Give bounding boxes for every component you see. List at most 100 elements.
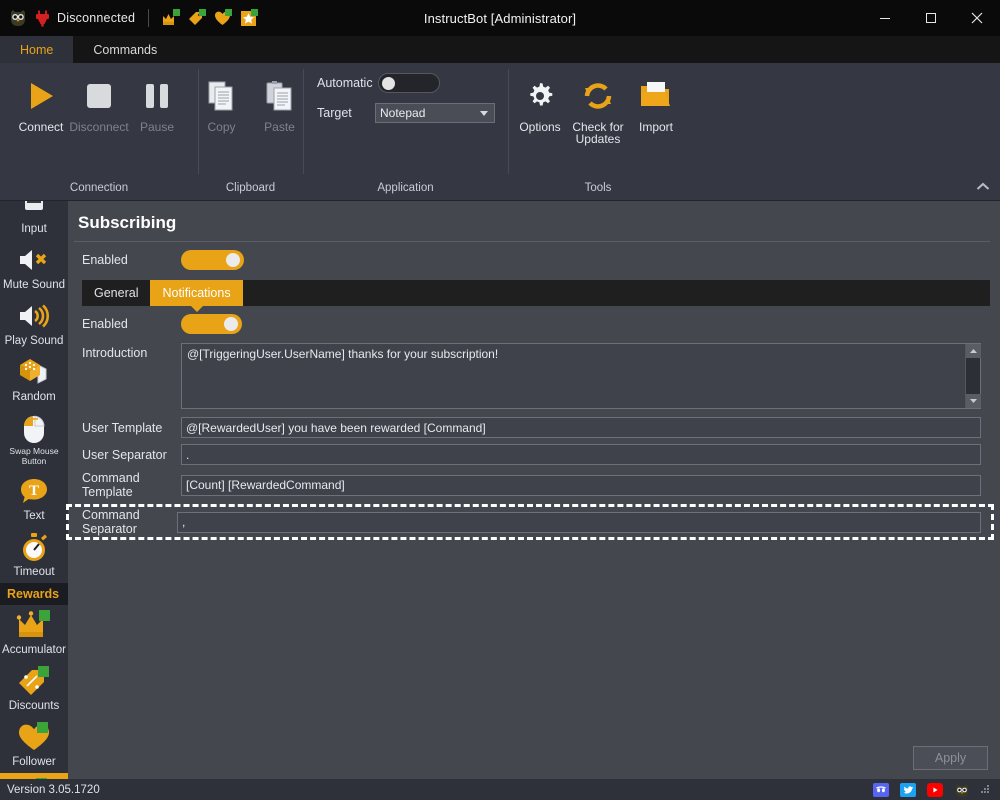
status-bar: Version 3.05.1720: [0, 779, 1000, 800]
connect-button[interactable]: Connect: [12, 69, 70, 134]
tab-general[interactable]: General: [82, 280, 150, 306]
user-template-label: User Template: [82, 420, 163, 435]
stopwatch-icon: [19, 530, 49, 564]
automatic-toggle[interactable]: [378, 73, 440, 93]
apply-button[interactable]: Apply: [913, 746, 988, 770]
status-badge: [37, 722, 48, 733]
pause-icon: [139, 75, 175, 117]
command-template-row: Command Template [Count] [RewardedComman…: [74, 471, 990, 499]
subscriber-quick-icon[interactable]: [240, 8, 259, 27]
content-area: Subscribing Enabled General Notification…: [66, 201, 1000, 779]
paste-button[interactable]: Paste: [251, 69, 309, 134]
status-badge: [251, 8, 259, 16]
user-template-row: User Template @[RewardedUser] you have b…: [74, 417, 990, 438]
sidebar-label-follower: Follower: [12, 756, 56, 768]
copy-label: Copy: [207, 120, 236, 134]
copy-button[interactable]: Copy: [193, 69, 251, 134]
sidebar-item-swap-mouse-button[interactable]: Swap Mouse Button: [0, 408, 68, 471]
disconnect-button[interactable]: Disconnect: [69, 69, 129, 134]
notifications-enabled-row: Enabled: [74, 314, 990, 334]
paste-icon: [263, 75, 297, 117]
introduction-textarea[interactable]: @[TriggeringUser.UserName] thanks for yo…: [181, 343, 981, 409]
import-label: Import: [638, 120, 673, 134]
sidebar-label-input: Input: [21, 223, 47, 235]
ribbon-tab-home[interactable]: Home: [0, 36, 74, 63]
copy-icon: [205, 75, 239, 117]
check-for-updates-button[interactable]: Check for Updates: [569, 69, 627, 145]
command-separator-input[interactable]: ,: [177, 511, 981, 533]
owl-logo-icon: [8, 9, 28, 27]
options-button[interactable]: Options: [511, 69, 569, 134]
twitter-icon[interactable]: [900, 782, 916, 797]
sidebar-item-random[interactable]: Random: [0, 352, 68, 408]
scroll-down-icon[interactable]: [965, 394, 981, 408]
svg-text:T: T: [29, 483, 39, 499]
target-label: Target: [317, 106, 352, 120]
selection-indicator: [0, 773, 3, 779]
import-button[interactable]: Import: [627, 69, 685, 134]
sidebar-item-follower[interactable]: Follower: [0, 717, 68, 773]
introduction-row: Introduction @[TriggeringUser.UserName] …: [74, 343, 990, 409]
sidebar-item-subscriber[interactable]: Subscriber: [0, 773, 68, 779]
crown-icon: [16, 608, 52, 642]
dice-icon: [18, 355, 50, 389]
close-button[interactable]: [954, 0, 1000, 36]
owl-logo-icon[interactable]: [954, 783, 970, 797]
status-badge: [38, 666, 49, 677]
discord-icon[interactable]: [873, 782, 889, 797]
window-controls: [862, 0, 1000, 36]
enabled-label: Enabled: [82, 253, 128, 267]
stop-icon: [81, 75, 117, 117]
gear-icon: [524, 75, 556, 117]
introduction-label: Introduction: [82, 346, 148, 360]
accumulator-quick-icon[interactable]: [162, 8, 181, 27]
follower-quick-icon[interactable]: [214, 8, 233, 27]
ribbon-group-application: Automatic Target Notepad Application: [303, 63, 508, 200]
command-template-input[interactable]: [Count] [RewardedCommand]: [181, 474, 981, 496]
sidebar-label-random: Random: [12, 391, 56, 403]
sidebar-item-discounts[interactable]: Discounts: [0, 661, 68, 717]
ribbon-group-label-connection: Connection: [69, 182, 129, 194]
user-separator-input[interactable]: .: [181, 444, 981, 465]
ribbon-tab-commands[interactable]: Commands: [73, 36, 177, 63]
toggle-knob: [382, 76, 395, 90]
text-bubble-icon: T: [19, 474, 49, 508]
notifications-enabled-toggle[interactable]: [181, 314, 242, 334]
enabled-toggle[interactable]: [181, 250, 244, 270]
sidebar-item-mute-sound[interactable]: Mute Sound: [0, 240, 68, 296]
paste-label: Paste: [264, 120, 295, 134]
sidebar-section-rewards: Rewards: [0, 583, 68, 605]
introduction-scrollbar[interactable]: [965, 344, 981, 408]
automatic-row: Automatic: [317, 73, 495, 93]
page-title: Subscribing: [74, 211, 990, 242]
tab-notifications[interactable]: Notifications: [150, 280, 243, 312]
connect-label: Connect: [18, 120, 64, 134]
scroll-up-icon[interactable]: [965, 344, 981, 358]
target-select[interactable]: Notepad: [375, 103, 495, 123]
sidebar-item-input[interactable]: Input: [0, 201, 68, 240]
ribbon-tab-strip: Home Commands: [0, 36, 1000, 63]
chevron-up-icon[interactable]: [976, 179, 990, 194]
sidebar-label-mute-sound: Mute Sound: [2, 279, 65, 291]
user-separator-label: User Separator: [82, 447, 167, 462]
ribbon-group-tools: Options Check for Updates Import Tools: [508, 63, 688, 200]
resize-grip-icon[interactable]: [981, 785, 990, 794]
sidebar-item-accumulator[interactable]: Accumulator: [0, 605, 68, 661]
sidebar-item-play-sound[interactable]: Play Sound: [0, 296, 68, 352]
input-icon: [19, 201, 49, 221]
status-badge: [39, 610, 50, 621]
subscribing-panel: Subscribing Enabled General Notification…: [66, 201, 1000, 737]
minimize-button[interactable]: [862, 0, 908, 36]
sidebar-label-text: Text: [23, 510, 45, 522]
apply-bar: Apply: [68, 737, 1000, 779]
maximize-button[interactable]: [908, 0, 954, 36]
youtube-icon[interactable]: [927, 782, 943, 797]
mouse-icon: [19, 411, 49, 445]
sidebar-item-timeout[interactable]: Timeout: [0, 527, 68, 583]
pause-button[interactable]: Pause: [128, 69, 186, 134]
user-template-input[interactable]: @[RewardedUser] you have been rewarded […: [181, 417, 981, 438]
status-badge: [199, 8, 207, 16]
discounts-quick-icon[interactable]: [188, 8, 207, 27]
status-badge: [36, 778, 47, 779]
sidebar-item-text[interactable]: T Text: [0, 471, 68, 527]
